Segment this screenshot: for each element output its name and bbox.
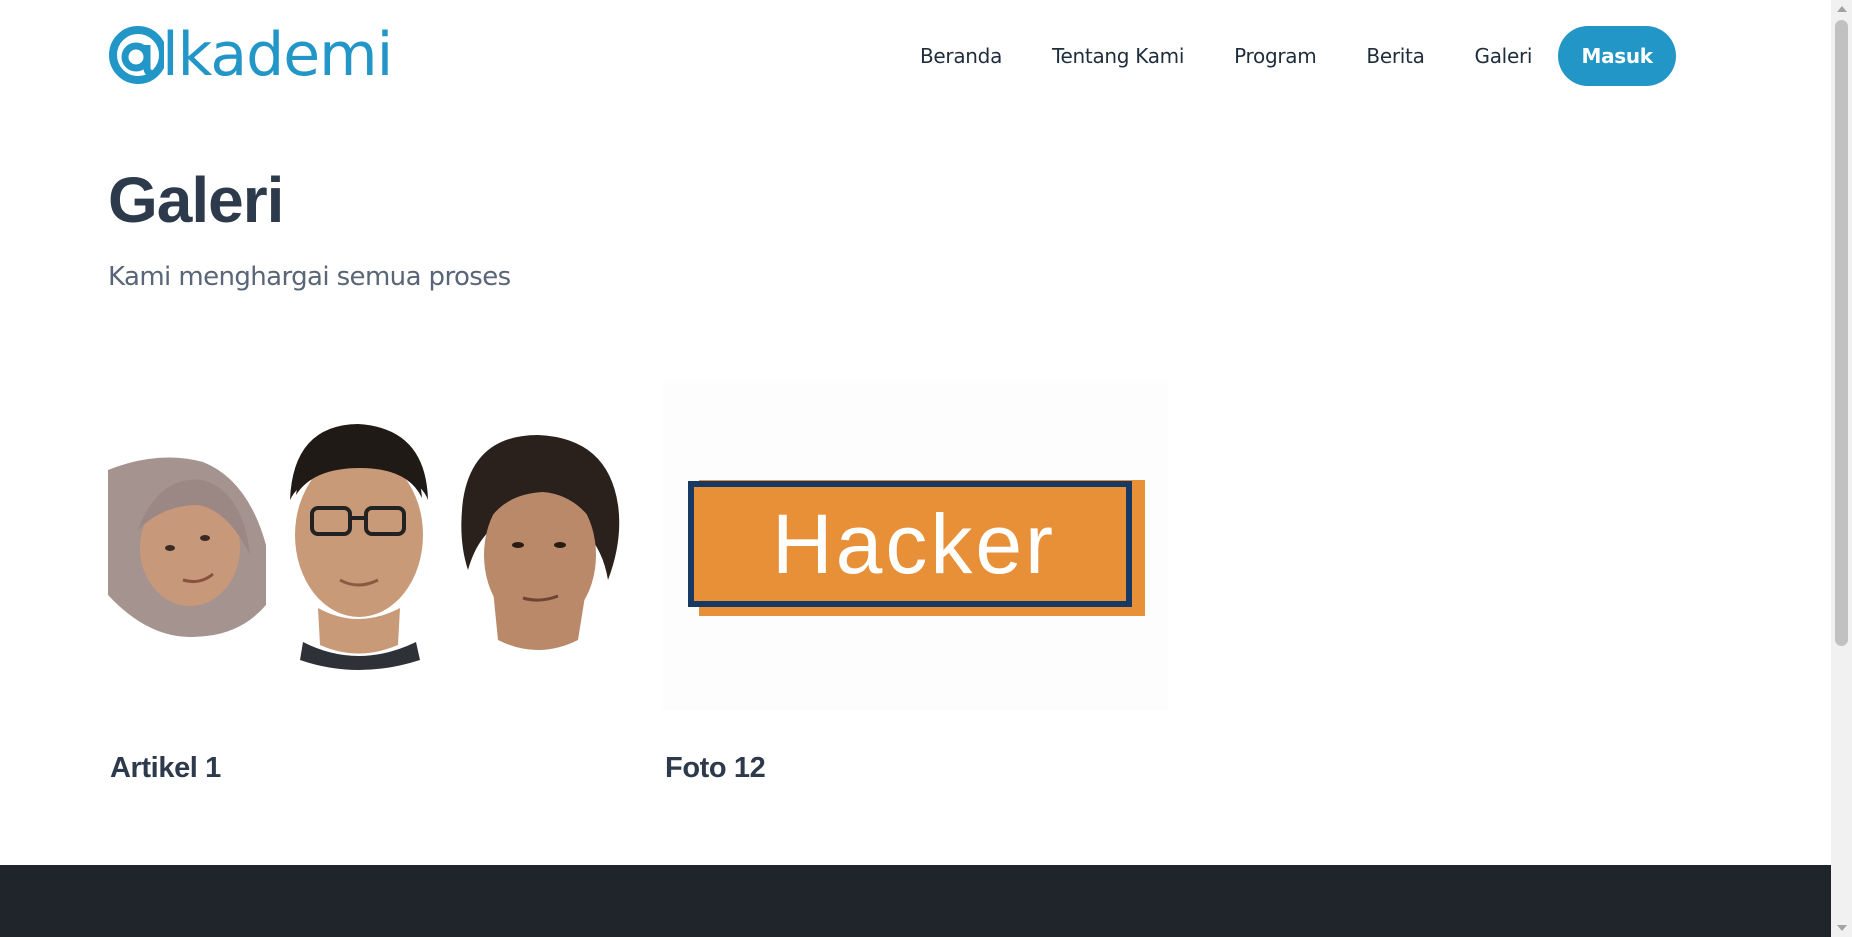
main-nav: Beranda Tentang Kami Program Berita Gale… — [920, 26, 1677, 86]
portrait-1 — [108, 457, 266, 638]
footer — [0, 865, 1831, 937]
portrait-3 — [448, 435, 628, 650]
nav-link-beranda[interactable]: Beranda — [920, 44, 1002, 68]
gallery-card-title[interactable]: Foto 12 — [665, 752, 766, 785]
gallery-card-foto-12[interactable]: Hacker Foto 12 — [663, 380, 1168, 784]
scrollbar[interactable] — [1831, 0, 1852, 937]
nav-link-galeri[interactable]: Galeri — [1475, 44, 1533, 68]
hacker-image: Hacker — [688, 480, 1145, 616]
nav-link-berita[interactable]: Berita — [1366, 44, 1424, 68]
gallery-card-title[interactable]: Artikel 1 — [110, 752, 221, 785]
scrollbar-thumb[interactable] — [1835, 20, 1848, 646]
scroll-up-arrow-icon[interactable] — [1837, 6, 1847, 12]
page-title: Galeri — [108, 164, 284, 236]
login-button[interactable]: Masuk — [1558, 26, 1677, 86]
gallery-card-image[interactable]: Hacker — [663, 380, 1168, 710]
brand-logo[interactable]: lkademi — [108, 20, 393, 90]
gallery-card-artikel-1[interactable]: Artikel 1 — [108, 380, 633, 784]
at-sign-logo-icon — [109, 26, 164, 84]
nav-link-program[interactable]: Program — [1234, 44, 1317, 68]
nav-link-tentang-kami[interactable]: Tentang Kami — [1052, 44, 1184, 68]
gallery-card-image[interactable] — [108, 380, 633, 710]
page-subtitle: Kami menghargai semua proses — [108, 262, 511, 292]
portraits-image — [108, 424, 628, 670]
portrait-2 — [278, 424, 434, 670]
brand-name: lkademi — [162, 20, 393, 90]
navbar: lkademi Beranda Tentang Kami Program Ber… — [0, 0, 1831, 112]
scroll-down-arrow-icon[interactable] — [1837, 925, 1847, 931]
hacker-text: Hacker — [772, 497, 1056, 591]
